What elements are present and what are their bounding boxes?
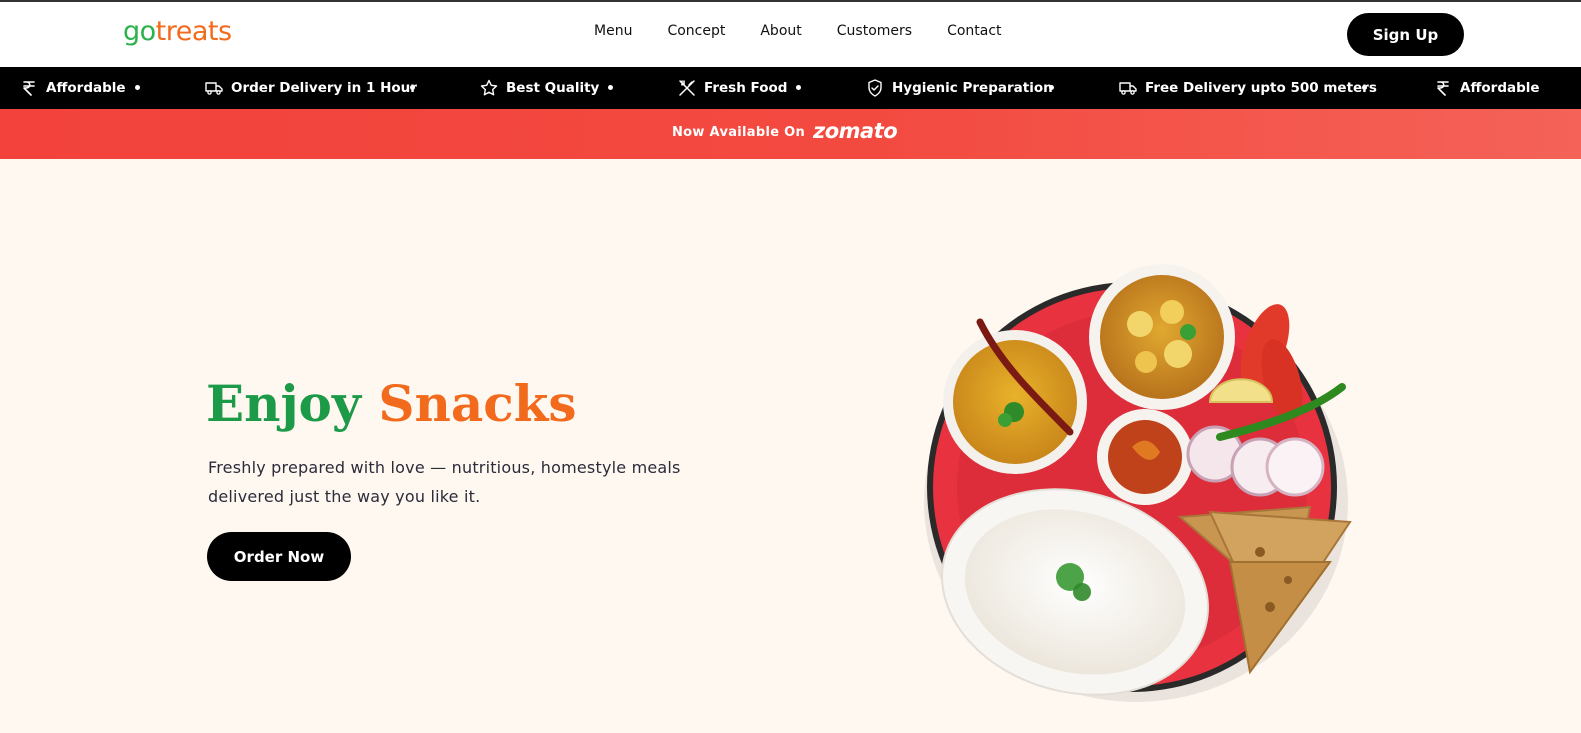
star-icon — [480, 79, 498, 97]
feature-ticker: Affordable Order Delivery in 1 Hour Best… — [0, 67, 1581, 109]
nav-about[interactable]: About — [760, 23, 801, 39]
shield-icon — [866, 79, 884, 97]
zomato-banner[interactable]: Now Available On zomato — [0, 109, 1581, 159]
ticker-separator — [608, 85, 613, 90]
hero-title-word-2: Snacks — [378, 374, 577, 433]
rupee-icon — [1434, 79, 1452, 97]
nav-menu[interactable]: Menu — [594, 23, 632, 39]
ticker-separator — [1362, 85, 1367, 90]
logo-treats: treats — [155, 16, 232, 47]
sign-up-button[interactable]: Sign Up — [1347, 13, 1464, 56]
ticker-separator — [1049, 85, 1054, 90]
utensils-icon — [678, 79, 696, 97]
nav-contact[interactable]: Contact — [947, 23, 1001, 39]
nav-customers[interactable]: Customers — [837, 23, 912, 39]
zomato-logo: zomato — [813, 119, 898, 143]
gotreats-logo[interactable]: gotreats — [123, 16, 232, 47]
order-now-button[interactable]: Order Now — [207, 532, 351, 581]
hero-subtitle: Freshly prepared with love — nutritious,… — [208, 458, 681, 506]
ticker-label: Hygienic Preparation — [892, 80, 1053, 96]
ticker-label: Free Delivery upto 500 meters — [1145, 80, 1377, 96]
nav-concept[interactable]: Concept — [667, 23, 725, 39]
ticker-item-affordable: Affordable — [20, 67, 126, 109]
ticker-item-hygienic: Hygienic Preparation — [866, 67, 1053, 109]
ticker-item-free-delivery: Free Delivery upto 500 meters — [1119, 67, 1377, 109]
hero-title: Enjoy Snacks — [206, 374, 577, 433]
ticker-label: Fresh Food — [704, 80, 788, 96]
logo-go: go — [123, 16, 156, 47]
ticker-item-delivery: Order Delivery in 1 Hour — [205, 67, 417, 109]
rupee-icon — [20, 79, 38, 97]
main-nav: Menu Concept About Customers Contact — [594, 23, 1037, 39]
site-header: gotreats Menu Concept About Customers Co… — [0, 2, 1581, 67]
ticker-label: Best Quality — [506, 80, 600, 96]
ticker-separator — [135, 85, 140, 90]
ticker-label: Order Delivery in 1 Hour — [231, 80, 417, 96]
hero-title-word-1: Enjoy — [206, 374, 361, 433]
ticker-item-fresh: Fresh Food — [678, 67, 787, 109]
ticker-item-affordable: Affordable — [1434, 67, 1540, 109]
ticker-separator — [796, 85, 801, 90]
ticker-item-quality: Best Quality — [480, 67, 599, 109]
ticker-label: Affordable — [1460, 80, 1540, 96]
banner-text: Now Available On — [672, 125, 806, 140]
truck-icon — [1119, 79, 1137, 97]
ticker-separator — [410, 85, 415, 90]
ticker-label: Affordable — [46, 80, 126, 96]
thali-plate-image — [910, 262, 1380, 707]
truck-icon — [205, 79, 223, 97]
